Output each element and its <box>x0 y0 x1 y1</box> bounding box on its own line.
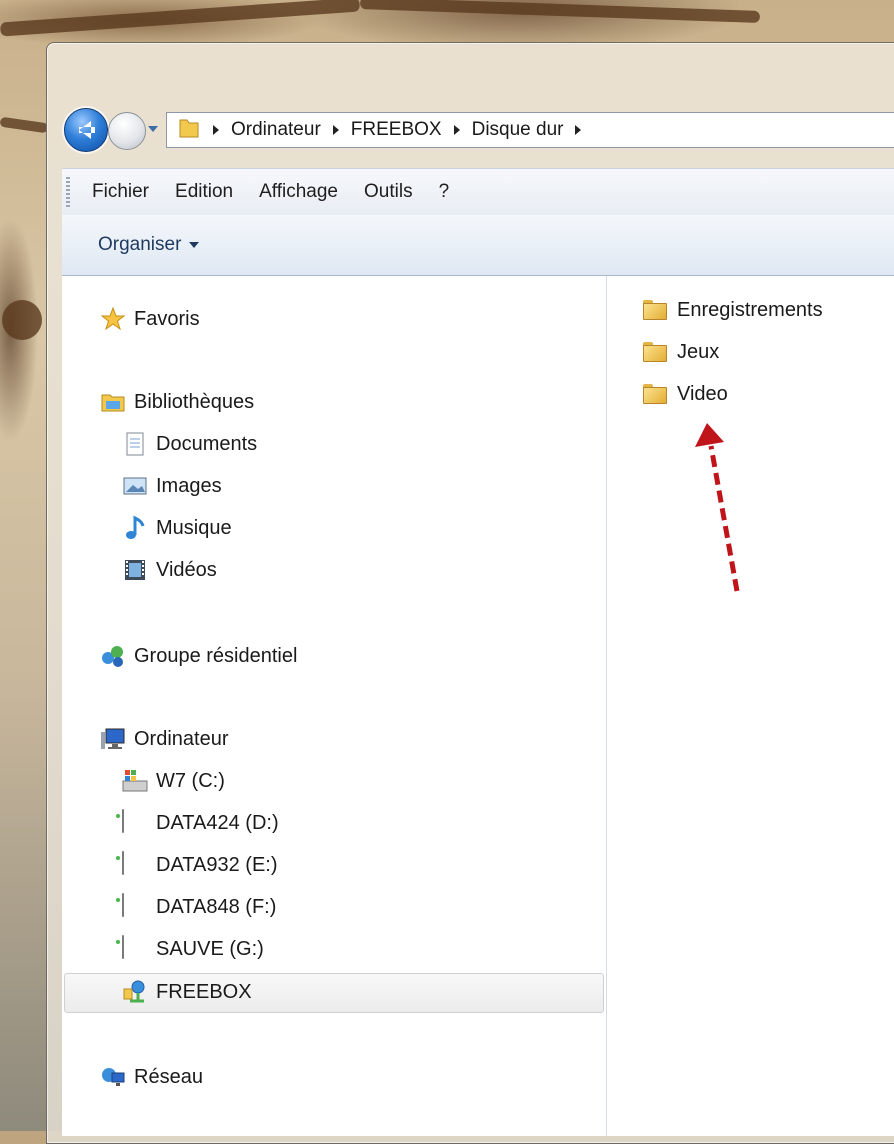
breadcrumb-separator[interactable] <box>575 125 582 135</box>
images-icon <box>122 473 148 499</box>
forward-button[interactable] <box>108 112 146 150</box>
chevron-down-icon <box>189 242 200 248</box>
nav-item-groupe-residentiel[interactable]: Groupe résidentiel <box>100 641 297 671</box>
nav-item-label: Vidéos <box>156 558 217 581</box>
nav-item-label: Réseau <box>134 1065 203 1088</box>
navigation-pane: Favoris Bibliothèques Documents Images M… <box>62 276 607 1136</box>
nav-item-label: SAUVE (G:) <box>156 937 264 960</box>
nav-item-bibliotheques[interactable]: Bibliothèques <box>100 387 254 417</box>
nav-item-favoris[interactable]: Favoris <box>100 304 200 334</box>
breadcrumb-freebox[interactable]: FREEBOX <box>351 119 442 141</box>
breadcrumb-separator[interactable] <box>453 125 460 135</box>
computer-icon <box>100 726 126 752</box>
tree-branch <box>0 0 361 37</box>
folder-icon <box>177 116 201 145</box>
breadcrumb-separator[interactable] <box>332 125 339 135</box>
nav-item-ordinateur[interactable]: Ordinateur <box>100 724 229 754</box>
homegroup-icon <box>100 643 126 669</box>
breadcrumb-disque-dur[interactable]: Disque dur <box>472 119 564 141</box>
nav-item-drive-c[interactable]: W7 (C:) <box>122 766 225 796</box>
nav-item-label: FREEBOX <box>156 980 252 1003</box>
nav-item-label: Documents <box>156 432 258 455</box>
nav-item-documents[interactable]: Documents <box>122 429 257 459</box>
menu-affichage[interactable]: Affichage <box>259 181 338 203</box>
menu-fichier[interactable]: Fichier <box>92 181 149 203</box>
nav-item-label: Images <box>156 474 222 497</box>
drive-icon <box>122 935 148 962</box>
nav-item-images[interactable]: Images <box>122 471 222 501</box>
network-device-icon <box>122 979 148 1005</box>
nav-item-drive-g[interactable]: SAUVE (G:) <box>122 934 264 964</box>
menu-edition[interactable]: Edition <box>175 181 233 203</box>
menu-outils[interactable]: Outils <box>364 181 413 203</box>
system-drive-icon <box>122 768 148 794</box>
videos-icon <box>122 557 148 583</box>
documents-icon <box>122 431 148 457</box>
drive-icon <box>122 809 148 836</box>
nav-item-label: Groupe résidentiel <box>134 644 298 667</box>
organise-label: Organiser <box>98 234 182 255</box>
nav-item-drive-d[interactable]: DATA424 (D:) <box>122 808 279 838</box>
nav-item-freebox[interactable]: FREEBOX <box>122 977 252 1007</box>
drive-icon <box>122 851 148 878</box>
back-button[interactable] <box>64 108 108 152</box>
nav-item-label: Favoris <box>134 307 200 330</box>
drive-icon <box>122 893 148 920</box>
nav-item-musique[interactable]: Musique <box>122 513 232 543</box>
libraries-icon <box>100 389 126 415</box>
recent-pages-dropdown[interactable] <box>146 122 160 136</box>
nav-item-reseau[interactable]: Réseau <box>100 1062 203 1092</box>
organise-button[interactable]: Organiser <box>98 234 200 256</box>
nav-item-videos[interactable]: Vidéos <box>122 555 217 585</box>
tree-branch <box>0 116 49 134</box>
music-icon <box>122 515 148 541</box>
nav-item-label: Ordinateur <box>134 727 229 750</box>
nav-item-label: Bibliothèques <box>134 390 255 413</box>
nav-item-label: W7 (C:) <box>156 769 225 792</box>
nav-item-label: DATA424 (D:) <box>156 811 279 834</box>
back-arrow-icon <box>79 121 95 139</box>
address-bar[interactable]: Ordinateur FREEBOX Disque dur <box>166 112 894 148</box>
menu-help[interactable]: ? <box>439 181 450 203</box>
annotation-arrow <box>695 423 740 592</box>
chevron-down-icon <box>148 126 158 132</box>
nav-item-label: Musique <box>156 516 232 539</box>
nav-item-drive-f[interactable]: DATA848 (F:) <box>122 892 276 922</box>
tree-branch <box>2 300 42 340</box>
command-bar: Organiser <box>62 215 894 276</box>
breadcrumb-ordinateur[interactable]: Ordinateur <box>231 119 321 141</box>
network-icon <box>100 1064 126 1090</box>
navigation-bar: Ordinateur FREEBOX Disque dur <box>64 108 894 152</box>
nav-item-label: DATA932 (E:) <box>156 853 278 876</box>
breadcrumb-separator[interactable] <box>213 125 219 135</box>
nav-item-drive-e[interactable]: DATA932 (E:) <box>122 850 278 880</box>
tree-branch <box>359 0 761 23</box>
star-icon <box>100 306 126 332</box>
menu-bar: Fichier Edition Affichage Outils ? <box>62 168 894 216</box>
content-pane: Enregistrements Jeux Video <box>607 276 894 1136</box>
nav-item-label: DATA848 (F:) <box>156 895 277 918</box>
menu-grip <box>66 177 70 207</box>
